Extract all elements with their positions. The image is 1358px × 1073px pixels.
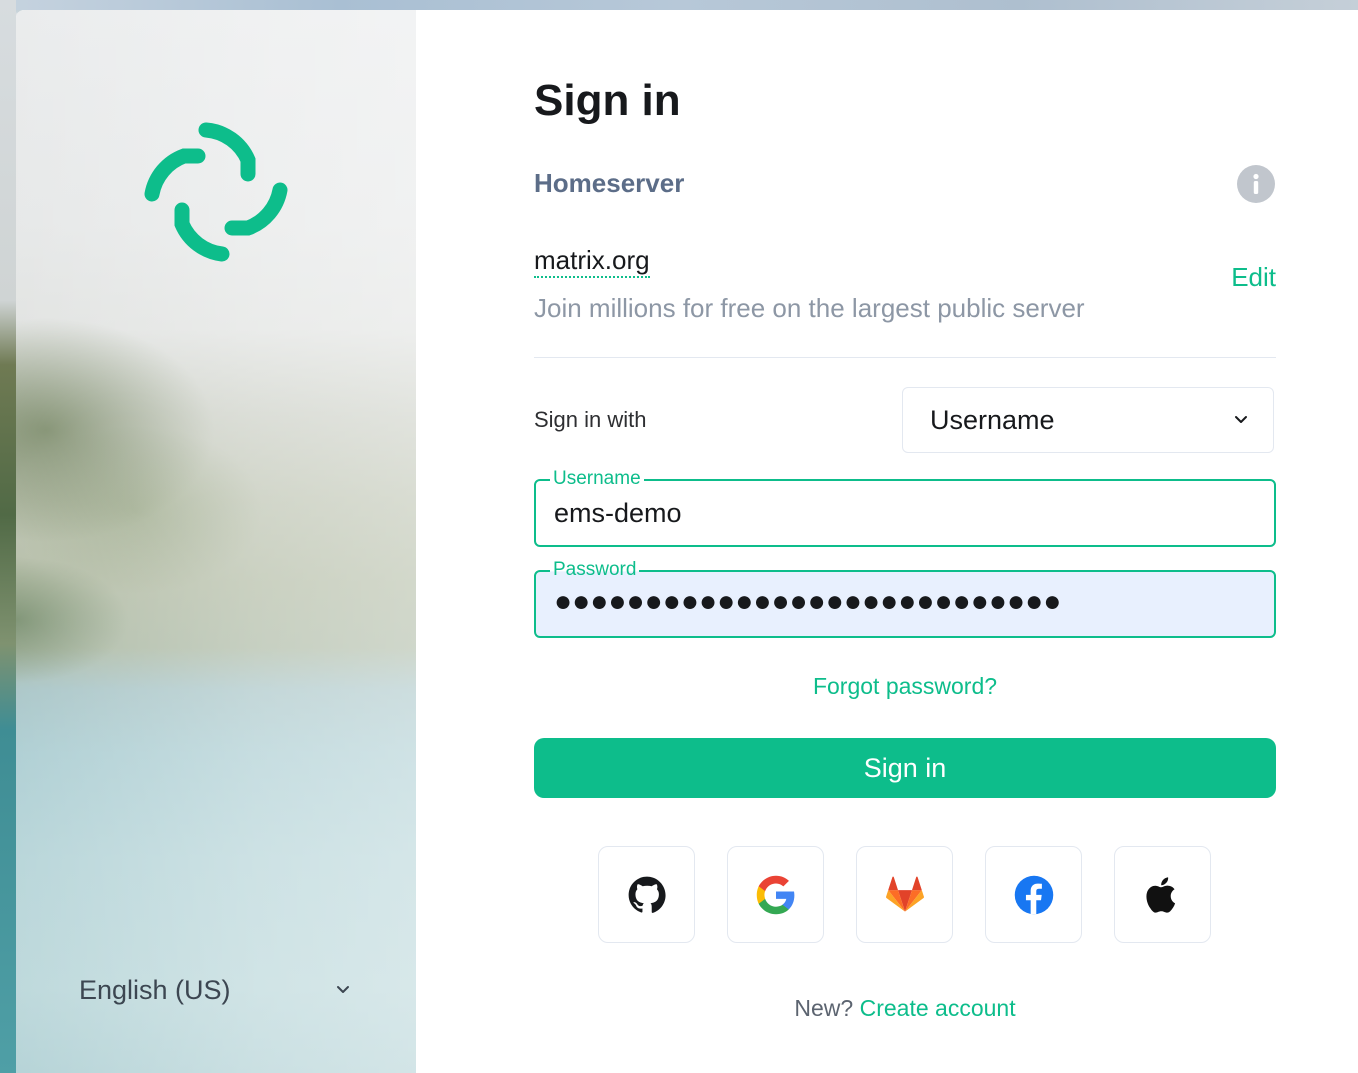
google-icon [756, 875, 794, 914]
backdrop-left [0, 0, 16, 1073]
chevron-down-icon [1235, 416, 1247, 423]
auth-card: English (US) Sign in Homeserver matrix.o… [16, 10, 1358, 1073]
edit-homeserver-link[interactable]: Edit [1231, 262, 1276, 293]
language-selector[interactable]: English (US) [79, 970, 359, 1010]
footer-new-label: New? [794, 995, 854, 1021]
sso-facebook-button[interactable] [985, 846, 1082, 943]
gitlab-icon [885, 876, 924, 912]
homeserver-label: Homeserver [534, 168, 685, 198]
footer-create-account: New? Create account [534, 995, 1276, 1022]
background-landscape [16, 310, 416, 690]
language-label: English (US) [79, 974, 231, 1005]
create-account-link[interactable]: Create account [860, 995, 1016, 1021]
sso-buttons [598, 846, 1211, 943]
divider [534, 357, 1276, 358]
sso-apple-button[interactable] [1114, 846, 1211, 943]
auth-aside: English (US) [16, 10, 416, 1073]
sign-in-method-value: Username [930, 404, 1055, 435]
homeserver-name[interactable]: matrix.org [534, 246, 650, 278]
forgot-password-link[interactable]: Forgot password? [534, 673, 1276, 700]
password-input[interactable]: ●●●●●●●●●●●●●●●●●●●●●●●●●●●● [554, 584, 1254, 620]
sign-in-with-label: Sign in with [534, 407, 647, 432]
page-title: Sign in [534, 76, 681, 125]
info-icon[interactable] [1237, 165, 1275, 203]
sso-gitlab-button[interactable] [856, 846, 953, 943]
github-icon [628, 876, 666, 913]
element-logo-icon [144, 122, 288, 262]
username-field-label: Username [550, 467, 644, 491]
username-field[interactable]: Username ems-demo [534, 467, 1276, 547]
facebook-icon [1014, 875, 1053, 914]
username-input[interactable]: ems-demo [554, 495, 1254, 531]
chevron-down-icon [337, 986, 349, 993]
password-field[interactable]: Password ●●●●●●●●●●●●●●●●●●●●●●●●●●●● [534, 558, 1276, 638]
backdrop-top [0, 0, 1358, 10]
sso-google-button[interactable] [727, 846, 824, 943]
homeserver-description: Join millions for free on the largest pu… [534, 293, 1085, 323]
sign-in-button[interactable]: Sign in [534, 738, 1276, 798]
sign-in-method-select[interactable]: Username [902, 387, 1274, 453]
apple-icon [1145, 876, 1175, 913]
password-field-label: Password [550, 558, 640, 582]
sso-github-button[interactable] [598, 846, 695, 943]
